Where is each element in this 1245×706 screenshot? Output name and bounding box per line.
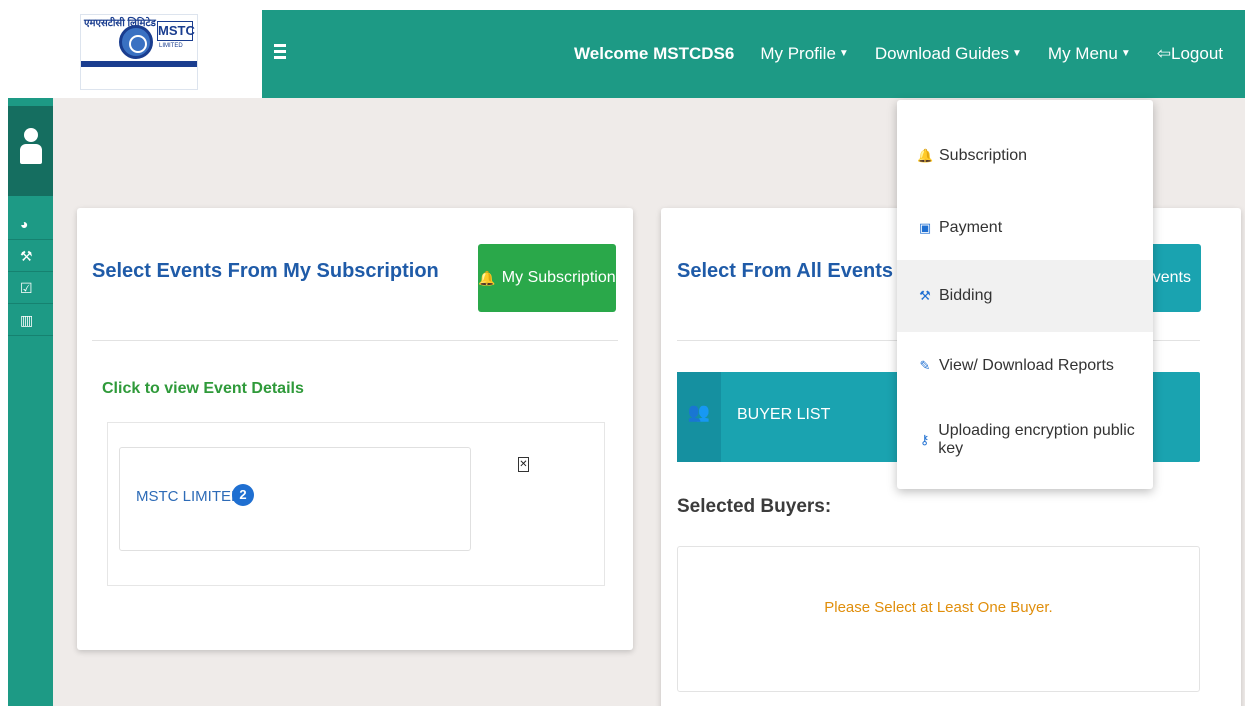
nav-my-menu[interactable]: My Menu ▼: [1048, 44, 1131, 64]
select-buyer-warning: Please Select at Least One Buyer.: [824, 599, 1053, 616]
sidebar-item-tasks[interactable]: ☑: [8, 272, 53, 304]
selected-buyers-label: Selected Buyers:: [677, 496, 832, 517]
my-subscription-label: My Subscription: [501, 269, 616, 286]
nav-logout[interactable]: ⇦Logout: [1157, 44, 1223, 64]
logo-brand: MSTC: [157, 21, 195, 41]
checkbox-icon: ☑: [20, 280, 33, 296]
logo-area: एमएसटीसी लिमिटेड MSTC LIMITED: [0, 0, 262, 98]
menu-item-subscription-label: Subscription: [939, 147, 1028, 164]
all-events-panel-title: Select From All Events: [677, 260, 893, 282]
event-count-badge: 2: [232, 484, 254, 506]
hamburger-menu-icon[interactable]: [274, 44, 288, 62]
mstc-logo[interactable]: एमएसटीसी लिमिटेड MSTC LIMITED: [80, 14, 198, 90]
user-avatar-icon[interactable]: [8, 106, 53, 196]
bell-icon: 🔔: [478, 269, 496, 286]
my-menu-dropdown: 🔔 Subscription ▣ Payment ⚒ Bidding ✎ Vie…: [897, 100, 1153, 489]
nav-download-guides[interactable]: Download Guides ▼: [875, 44, 1022, 64]
edit-icon: ✎: [919, 358, 931, 373]
sidebar-item-dashboard[interactable]: ◕: [8, 208, 53, 240]
event-name[interactable]: MSTC LIMITED: [136, 488, 242, 505]
menu-item-bidding[interactable]: ⚒ Bidding: [897, 260, 1153, 332]
close-icon[interactable]: ✕: [518, 457, 529, 472]
logo-sub: LIMITED: [159, 43, 183, 49]
nav-my-profile-label: My Profile: [760, 44, 836, 63]
users-icon: 👥: [677, 372, 721, 462]
nav-my-menu-label: My Menu: [1047, 44, 1118, 63]
welcome-text: Welcome MSTCDS6: [574, 44, 735, 63]
sidebar-edge: [0, 98, 8, 706]
menu-item-reports-label: View/ Download Reports: [939, 357, 1114, 374]
my-subscription-button[interactable]: 🔔 My Subscription: [478, 244, 616, 312]
logo-bar: [81, 61, 197, 67]
logout-icon: ⇦: [1156, 44, 1171, 63]
buyer-list-label: BUYER LIST: [737, 406, 831, 423]
sidebar-item-reports[interactable]: ▥: [8, 304, 53, 336]
top-navbar: Welcome MSTCDS6 My Profile ▼ Download Gui…: [262, 10, 1245, 98]
caret-down-icon: ▼: [1120, 48, 1131, 59]
click-to-view-label: Click to view Event Details: [102, 380, 304, 397]
menu-item-encryption-key-label: Uploading encryption public key: [938, 422, 1135, 457]
divider: [92, 340, 618, 341]
nav-download-guides-label: Download Guides: [874, 44, 1010, 63]
event-card[interactable]: MSTC LIMITED 2: [119, 447, 471, 551]
gavel-icon: ⚒: [919, 288, 931, 303]
key-icon: ⚷: [919, 432, 930, 447]
menu-item-payment[interactable]: ▣ Payment: [897, 192, 1153, 264]
menu-item-payment-label: Payment: [939, 219, 1003, 236]
sidebar: ◕ ⚒ ☑ ▥: [8, 98, 53, 706]
dashboard-icon: ◕: [20, 216, 29, 232]
nav-my-profile[interactable]: My Profile ▼: [760, 44, 848, 64]
menu-item-reports[interactable]: ✎ View/ Download Reports: [897, 330, 1153, 402]
caret-down-icon: ▼: [838, 48, 849, 59]
chart-icon: ▥: [20, 312, 34, 328]
gavel-icon: ⚒: [20, 248, 33, 264]
subscription-panel: Select Events From My Subscription 🔔 My …: [77, 208, 633, 650]
bell-icon: 🔔: [917, 148, 934, 163]
globe-icon: [119, 25, 153, 59]
selected-buyers-box: Please Select at Least One Buyer.: [677, 546, 1200, 692]
menu-item-subscription[interactable]: 🔔 Subscription: [897, 120, 1153, 192]
payment-icon: ▣: [918, 220, 932, 235]
nav-logout-label: Logout: [1171, 44, 1223, 63]
nav-menu: Welcome MSTCDS6 My Profile ▼ Download Gui…: [548, 10, 1223, 98]
event-details-box: MSTC LIMITED 2 ✕: [107, 422, 605, 586]
sidebar-item-bidding[interactable]: ⚒: [8, 240, 53, 272]
subscription-panel-title: Select Events From My Subscription: [92, 260, 439, 282]
menu-item-encryption-key[interactable]: ⚷ Uploading encryption public key: [897, 404, 1153, 476]
caret-down-icon: ▼: [1012, 48, 1022, 59]
menu-item-bidding-label: Bidding: [939, 287, 993, 304]
